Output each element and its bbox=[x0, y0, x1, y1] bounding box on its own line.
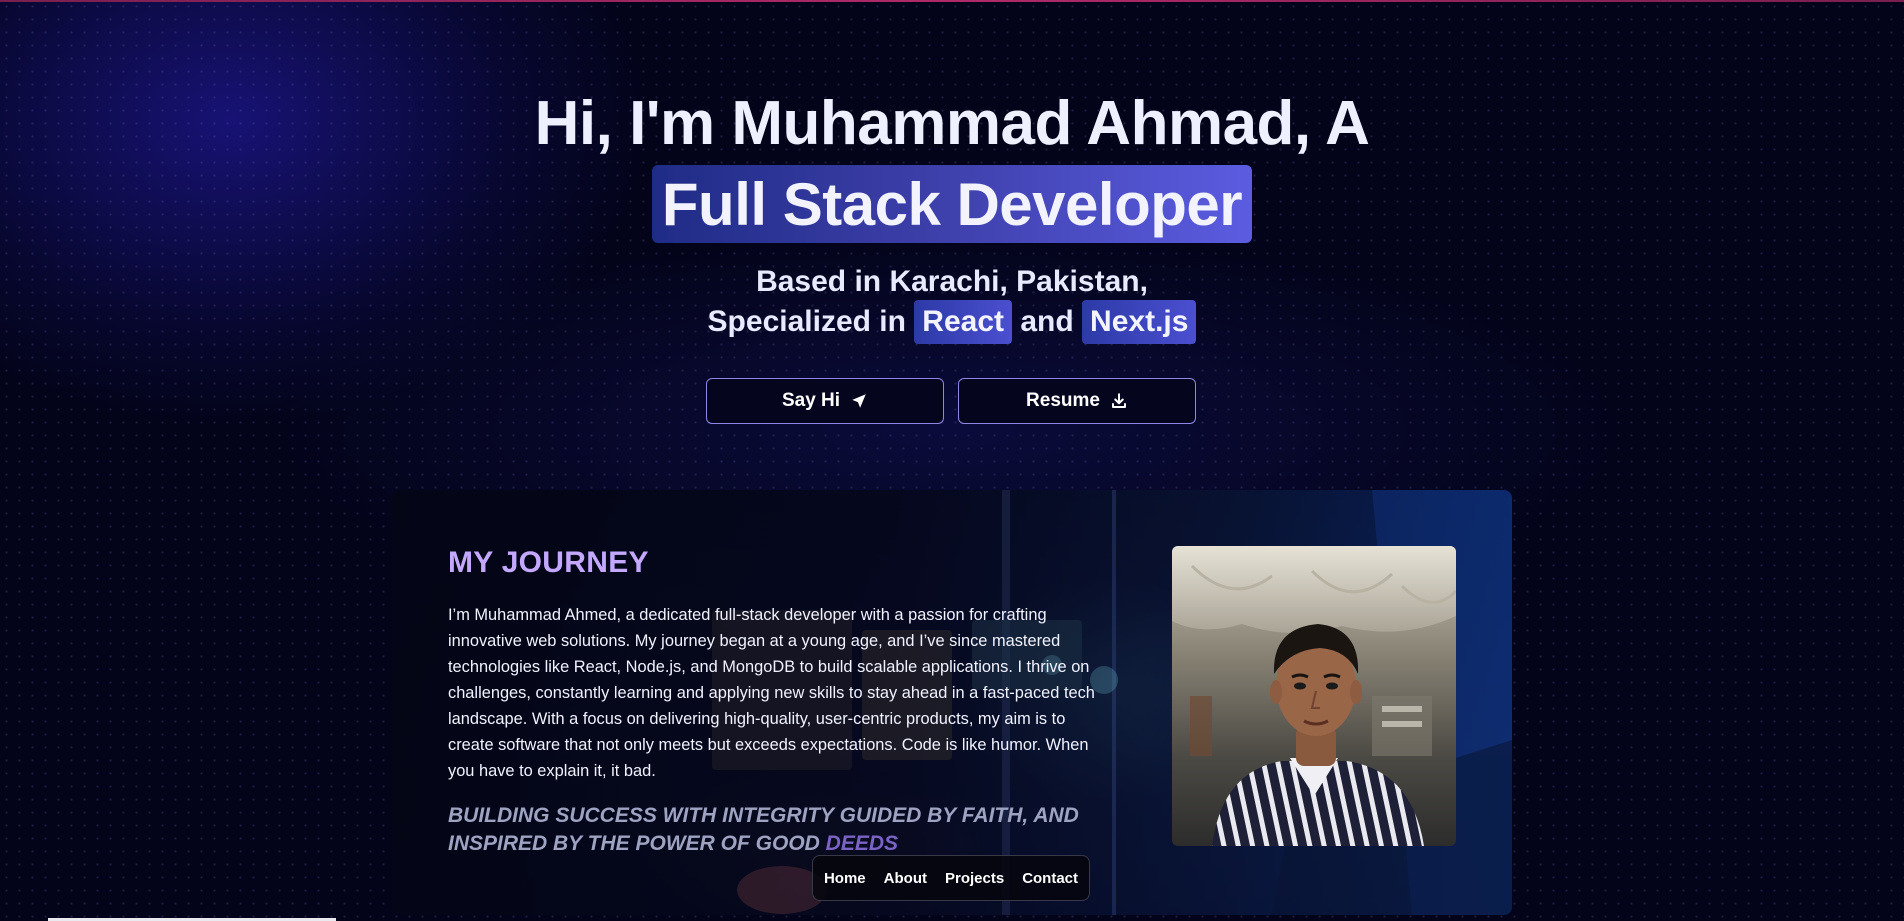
headline-line-2-wrap: Full Stack Developer bbox=[0, 165, 1904, 243]
journey-body-text: I’m Muhammad Ahmed, a dedicated full-sta… bbox=[448, 606, 1095, 780]
say-hi-button[interactable]: Say Hi bbox=[706, 378, 944, 424]
journey-card: MY JOURNEY I’m Muhammad Ahmed, a dedicat… bbox=[392, 490, 1512, 915]
bottom-navigation: Home About Projects Contact bbox=[812, 855, 1090, 901]
tech-chip-react: React bbox=[914, 300, 1013, 344]
page: Hi, I'm Muhammad Ahmad, A Full Stack Dev… bbox=[0, 0, 1904, 921]
tech-chip-nextjs: Next.js bbox=[1082, 300, 1197, 344]
nav-link-projects[interactable]: Projects bbox=[945, 870, 1004, 887]
subtitle-joiner: and bbox=[1020, 305, 1074, 338]
resume-button[interactable]: Resume bbox=[958, 378, 1196, 424]
subtitle-prefix: Specialized in bbox=[707, 305, 906, 338]
top-accent-line bbox=[0, 0, 1904, 2]
paper-plane-icon bbox=[850, 392, 868, 410]
journey-motto: BUILDING SUCCESS WITH INTEGRITY GUIDED B… bbox=[448, 802, 1108, 858]
nav-link-home[interactable]: Home bbox=[824, 870, 866, 887]
journey-motto-accent: DEEDS bbox=[825, 832, 899, 855]
headline-line-1: Hi, I'm Muhammad Ahmad, A bbox=[534, 89, 1370, 158]
profile-photo bbox=[1172, 546, 1456, 846]
headline-highlight: Full Stack Developer bbox=[651, 165, 1253, 243]
download-icon bbox=[1110, 392, 1128, 410]
say-hi-label: Say Hi bbox=[781, 390, 841, 411]
subtitle-specialization: Specialized in React and Next.js bbox=[0, 300, 1904, 344]
nav-link-about[interactable]: About bbox=[884, 870, 927, 887]
nav-link-contact[interactable]: Contact bbox=[1022, 870, 1078, 887]
subtitle-location: Based in Karachi, Pakistan, bbox=[756, 265, 1148, 298]
journey-motto-main: BUILDING SUCCESS WITH INTEGRITY GUIDED B… bbox=[448, 804, 1079, 855]
journey-title: MY JOURNEY bbox=[448, 546, 649, 579]
resume-label: Resume bbox=[1026, 390, 1100, 411]
